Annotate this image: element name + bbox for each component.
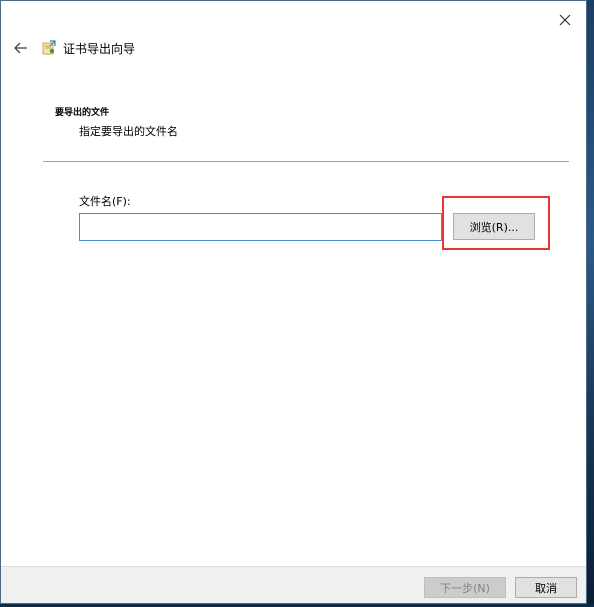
filename-input[interactable] bbox=[79, 213, 442, 241]
close-button[interactable] bbox=[554, 9, 576, 31]
wizard-footer: 下一步(N) 取消 bbox=[1, 566, 586, 603]
browse-button[interactable]: 浏览(R)... bbox=[453, 213, 535, 240]
wizard-header: 证书导出向导 bbox=[13, 37, 135, 59]
next-button[interactable]: 下一步(N) bbox=[424, 577, 506, 598]
cancel-button[interactable]: 取消 bbox=[515, 577, 577, 598]
section-heading: 要导出的文件 bbox=[55, 108, 110, 118]
certificate-export-wizard-window: 证书导出向导 要导出的文件 指定要导出的文件名 文件名(F): 浏览(R)...… bbox=[0, 0, 587, 604]
back-arrow-icon bbox=[14, 42, 27, 54]
close-icon bbox=[559, 14, 571, 26]
wizard-title: 证书导出向导 bbox=[63, 41, 136, 56]
section-subheading: 指定要导出的文件名 bbox=[79, 125, 178, 138]
certificate-icon bbox=[42, 40, 56, 55]
desktop-background bbox=[587, 0, 594, 607]
header-divider bbox=[43, 161, 569, 162]
filename-label: 文件名(F): bbox=[79, 195, 131, 208]
back-button[interactable] bbox=[13, 40, 29, 56]
